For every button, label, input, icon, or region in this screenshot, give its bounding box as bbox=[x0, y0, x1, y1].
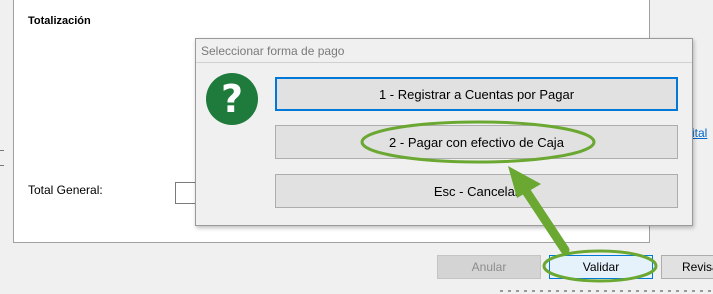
status-strip bbox=[500, 290, 713, 292]
question-icon: ? bbox=[206, 73, 258, 125]
panel-title: Totalización bbox=[28, 15, 91, 27]
left-edge-mark bbox=[0, 165, 4, 166]
revisar-button[interactable]: Revisar bbox=[661, 255, 713, 279]
option-cancel-button[interactable]: Esc - Cancelar bbox=[275, 174, 678, 208]
option-pay-cash-button[interactable]: 2 - Pagar con efectivo de Caja bbox=[275, 125, 678, 159]
left-edge-mark bbox=[0, 150, 4, 151]
dialog-title: Seleccionar forma de pago bbox=[201, 44, 345, 58]
payment-method-dialog: Seleccionar forma de pago ? 1 - Registra… bbox=[195, 38, 693, 226]
option-register-payables-button[interactable]: 1 - Registrar a Cuentas por Pagar bbox=[275, 77, 678, 111]
anular-button[interactable]: Anular bbox=[437, 255, 541, 279]
validar-button[interactable]: Validar bbox=[549, 255, 653, 279]
dialog-title-separator bbox=[196, 62, 692, 63]
partial-link[interactable]: ital bbox=[692, 126, 707, 140]
total-general-label: Total General: bbox=[28, 183, 103, 197]
